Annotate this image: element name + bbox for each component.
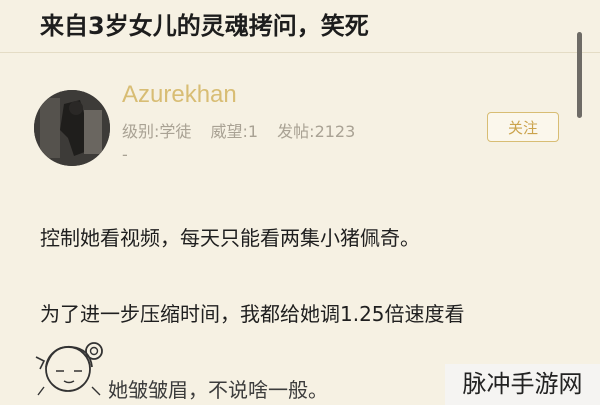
author-level: 级别:学徒 <box>122 122 192 141</box>
follow-button[interactable]: 关注 <box>487 112 559 142</box>
avatar-photo-icon <box>34 90 110 166</box>
author-reputation: 威望:1 <box>210 122 259 141</box>
girl-doodle-icon <box>35 342 103 396</box>
avatar[interactable] <box>34 90 110 166</box>
author-post-count: 发帖:2123 <box>277 122 356 141</box>
post-paragraph: 控制她看视频，每天只能看两集小猪佩奇。 <box>40 226 420 250</box>
post-paragraph: 她皱皱眉，不说啥一般。 <box>108 378 328 402</box>
post-title: 来自3岁女儿的灵魂拷问，笑死 <box>40 12 369 40</box>
forum-post-screen: 来自3岁女儿的灵魂拷问，笑死 Azurekhan 级别:学徒 威望:1 发帖:2… <box>0 0 600 405</box>
username[interactable]: Azurekhan <box>122 81 237 109</box>
site-watermark: 脉冲手游网 <box>445 364 600 405</box>
author-signature: - <box>122 145 128 164</box>
scrollbar[interactable] <box>577 32 582 118</box>
title-divider <box>0 52 600 53</box>
author-meta: 级别:学徒 威望:1 发帖:2123 <box>122 118 369 142</box>
post-paragraph: 为了进一步压缩时间，我都给她调1.25倍速度看 <box>40 302 465 326</box>
